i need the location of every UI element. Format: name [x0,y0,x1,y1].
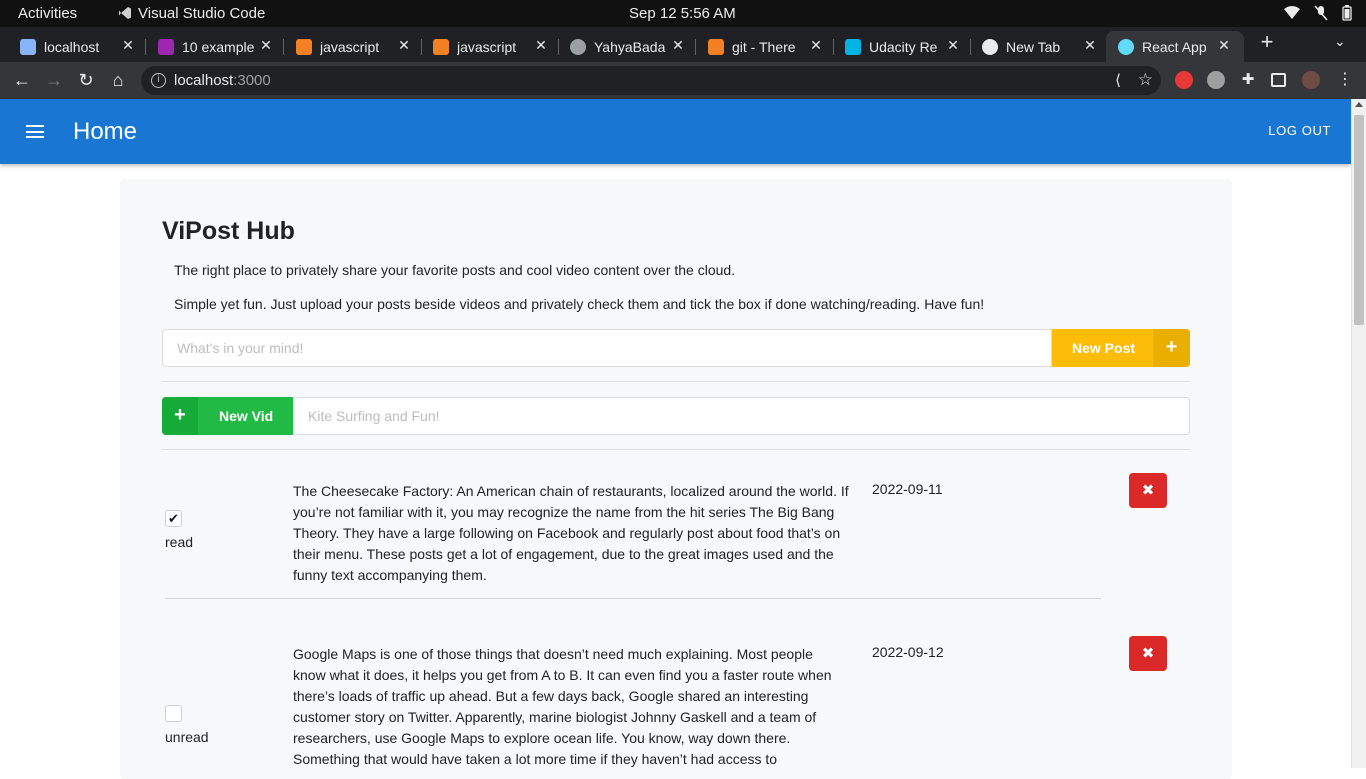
delete-button[interactable]: ✖ [1129,636,1167,671]
logout-button[interactable]: LOG OUT [1268,123,1331,138]
os-top-bar: Activities Visual Studio Code Sep 12 5:5… [0,0,1366,27]
browser-tab[interactable]: localhost ✕ [0,31,146,62]
scrollbar-thumb[interactable] [1354,115,1364,325]
scroll-up-icon[interactable] [1355,102,1363,107]
tab-title: git - There [732,38,796,55]
tab-close-icon[interactable]: ✕ [258,37,274,53]
hub-title: ViPost Hub [162,217,295,245]
extension-stop-icon[interactable] [1175,71,1193,89]
browser-tab[interactable]: javascript ✕ [413,31,559,62]
post-date: 2022-09-12 [872,644,944,660]
battery-icon [1342,5,1352,21]
browser-tab[interactable]: New Tab ✕ [962,31,1102,62]
home-button[interactable]: ⌂ [107,69,129,91]
forward-button[interactable]: → [43,69,65,91]
divider [162,381,1190,382]
mic-muted-icon [1314,5,1328,21]
tab-favicon-icon [708,38,724,55]
tab-title: javascript [320,38,380,55]
tab-title: YahyaBada [594,38,666,55]
new-tab-button[interactable]: + [1256,31,1278,53]
plus-icon: + [162,397,198,435]
browser-tab[interactable]: Udacity Re ✕ [825,31,971,62]
back-button[interactable]: ← [11,69,33,91]
new-post-button[interactable]: New Post + [1052,329,1190,367]
menu-icon[interactable] [26,125,44,138]
new-post-label: New Post [1072,340,1136,356]
browser-tab[interactable]: javascript ✕ [276,31,422,62]
browser-tab[interactable]: YahyaBada ✕ [550,31,696,62]
wifi-icon [1284,6,1300,19]
tab-close-icon[interactable]: ✕ [533,37,549,53]
extensions-puzzle-icon[interactable]: ✚ [1239,71,1257,89]
tab-favicon-icon [570,38,586,55]
page-scrollbar[interactable] [1351,99,1366,768]
hub-card: ViPost Hub The right place to privately … [120,179,1232,779]
browser-tab[interactable]: git - There ✕ [688,31,834,62]
browser-tab[interactable]: 10 example ✕ [138,31,284,62]
tab-title: 10 example [182,38,255,55]
browser-tab-strip: localhost ✕ 10 example ✕ javascript ✕ ja… [0,27,1366,62]
tab-close-icon[interactable]: ✕ [1216,37,1232,53]
browser-tab-active[interactable]: React App ✕ [1106,31,1244,62]
vscode-icon [119,7,131,19]
share-icon[interactable]: ⟨ [1115,71,1121,89]
reload-button[interactable]: ↻ [75,69,97,91]
tab-close-icon[interactable]: ✕ [396,37,412,53]
status-label: unread [165,729,209,745]
tab-favicon-icon [982,38,998,55]
tab-favicon-icon [296,38,312,55]
tab-title: javascript [457,38,517,55]
page-title: Home [73,118,138,145]
tab-close-icon[interactable]: ✕ [120,37,136,53]
bookmark-star-icon[interactable]: ☆ [1138,70,1153,90]
tab-title: localhost [44,38,100,55]
tab-favicon-icon [20,38,36,55]
post-text: Google Maps is one of those things that … [293,646,832,767]
post-date: 2022-09-11 [872,481,943,497]
plus-icon: + [1153,329,1190,367]
read-checkbox[interactable] [165,705,182,722]
tab-search-button[interactable]: ⌄ [1334,33,1346,50]
browser-toolbar: ← → ↻ ⌂ i localhost:3000 ⟨ ☆ ✚ ⋮ [0,62,1366,99]
divider [162,449,1190,450]
side-panel-icon[interactable] [1271,73,1286,87]
tab-close-icon[interactable]: ✕ [670,37,686,53]
tab-title: New Tab [1006,38,1061,55]
address-bar[interactable]: i localhost:3000 ⟨ ☆ [141,66,1161,95]
browser-menu-icon[interactable]: ⋮ [1334,69,1356,91]
tab-favicon-icon [158,38,174,55]
active-app-menu[interactable]: Visual Studio Code [118,5,265,22]
hub-instructions: Simple yet fun. Just upload your posts b… [174,296,985,312]
tab-favicon-icon [433,38,449,55]
delete-button[interactable]: ✖ [1129,473,1167,508]
read-checkbox[interactable]: ✔ [165,510,182,527]
hub-description: The right place to privately share your … [174,262,736,278]
tab-close-icon[interactable]: ✕ [1082,37,1098,53]
new-vid-button[interactable]: + New Vid [162,397,293,435]
system-tray[interactable] [1284,5,1352,21]
tab-close-icon[interactable]: ✕ [808,37,824,53]
new-vid-label: New Vid [219,408,274,424]
status-label: read [165,534,194,550]
activities-button[interactable]: Activities [18,5,77,22]
tab-close-icon[interactable]: ✕ [945,37,961,53]
tab-favicon-icon [1118,38,1134,55]
app-name-label: Visual Studio Code [138,5,266,22]
post-text: The Cheesecake Factory: An American chai… [293,483,849,583]
url-text: localhost:3000 [174,72,271,89]
site-info-icon[interactable]: i [151,73,166,88]
profile-avatar[interactable] [1302,71,1320,89]
new-post-input[interactable] [162,329,1052,367]
tab-title: Udacity Re [869,38,938,55]
new-vid-input[interactable] [293,397,1190,435]
row-separator [165,598,1101,599]
app-bar: Home LOG OUT [0,99,1351,164]
extension-globe-icon[interactable] [1207,71,1225,89]
clock[interactable]: Sep 12 5:56 AM [629,5,736,22]
tab-favicon-icon [845,38,861,55]
